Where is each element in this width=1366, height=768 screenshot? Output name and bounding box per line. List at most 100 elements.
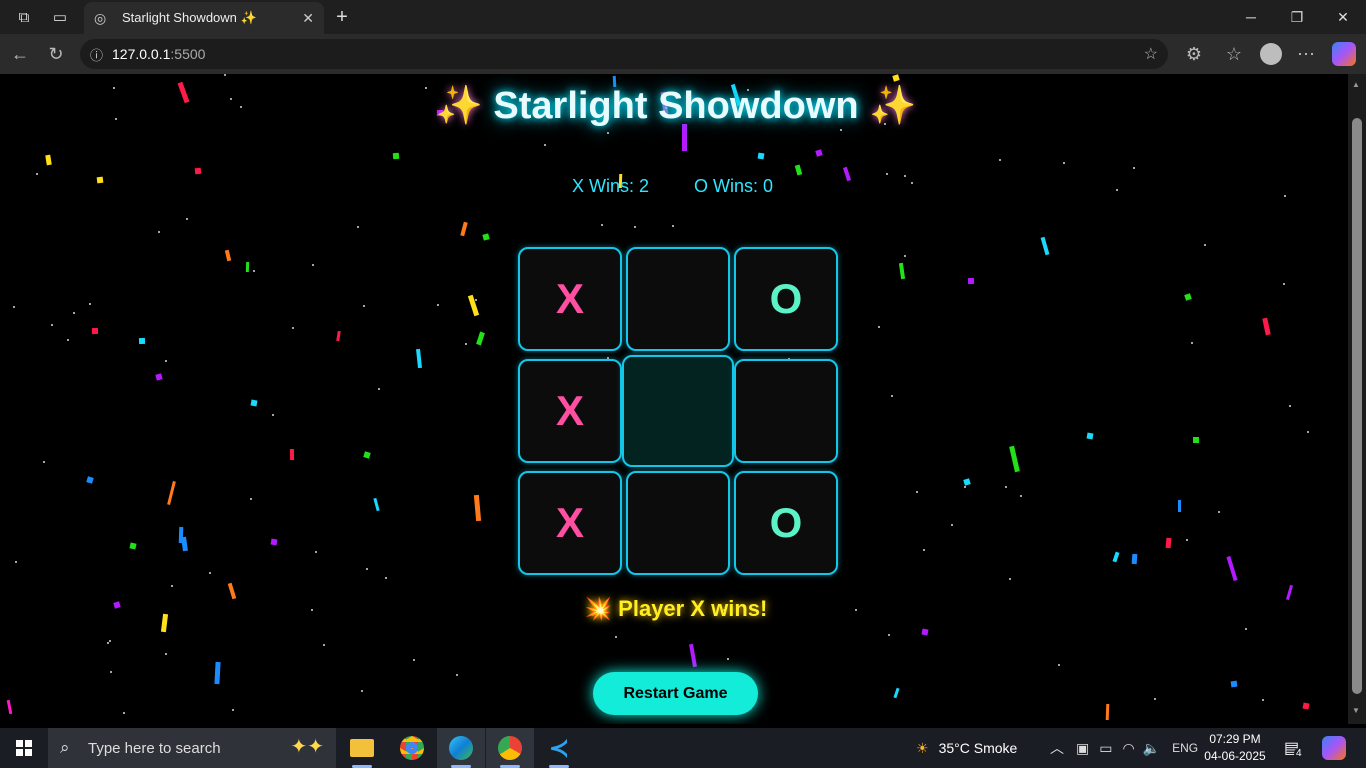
star-dot <box>1154 698 1156 700</box>
star-dot <box>110 671 112 673</box>
tab-starlight[interactable]: ◎ Starlight Showdown ✨ ✕ <box>84 2 324 34</box>
star-dot <box>67 339 69 341</box>
star-dot <box>1245 628 1247 630</box>
confetti-piece <box>1178 500 1181 512</box>
camera-icon[interactable]: ▣ <box>1076 740 1089 757</box>
edge-app[interactable] <box>437 728 485 768</box>
board-cell[interactable] <box>622 355 734 467</box>
address-bar[interactable]: ⓘ 127.0.0.1:5500 ☆ <box>80 39 1168 69</box>
wifi-icon[interactable]: ◠ <box>1122 740 1134 757</box>
star-dot <box>1218 511 1220 513</box>
favorites-icon[interactable]: ☆ <box>1220 40 1248 68</box>
search-placeholder: Type here to search <box>88 739 221 757</box>
scroll-up-icon[interactable]: ▲ <box>1352 80 1360 89</box>
confetti-piece <box>794 164 803 176</box>
start-button[interactable] <box>0 728 48 768</box>
confetti-piece <box>214 661 221 685</box>
url-host: 127.0.0.1 <box>112 46 171 62</box>
back-button[interactable]: ← <box>6 40 34 68</box>
clock[interactable]: 07:29 PM 04-06-2025 <box>1202 731 1268 765</box>
scrollbar-thumb[interactable] <box>1352 118 1362 694</box>
star-dot <box>964 486 966 488</box>
board-cell[interactable] <box>734 359 838 463</box>
confetti-piece <box>129 542 137 550</box>
star-dot <box>886 173 888 175</box>
star-dot <box>312 264 314 266</box>
confetti-piece <box>96 176 104 184</box>
star-dot <box>123 712 125 714</box>
board-cell[interactable]: X <box>518 247 622 351</box>
workspaces-icon[interactable]: ⧉ <box>6 0 42 34</box>
confetti-piece <box>460 221 468 237</box>
favorite-icon[interactable]: ☆ <box>1144 44 1158 64</box>
vscode-app[interactable]: ≺ <box>535 728 583 768</box>
site-info-icon[interactable]: ⓘ <box>90 45 112 64</box>
confetti-piece <box>373 497 380 512</box>
restart-button[interactable]: Restart Game <box>593 672 758 715</box>
restore-button[interactable]: ❐ <box>1274 0 1320 34</box>
confetti-piece <box>1262 317 1271 336</box>
star-dot <box>109 640 111 642</box>
confetti-piece <box>815 149 823 157</box>
confetti-piece <box>1131 553 1138 565</box>
confetti-piece <box>967 277 975 285</box>
volume-icon[interactable]: 🔈 <box>1143 740 1160 757</box>
confetti-piece <box>336 330 341 342</box>
profile-avatar[interactable] <box>1260 43 1282 65</box>
copilot-icon[interactable] <box>1332 42 1356 66</box>
star-dot <box>1133 167 1135 169</box>
star-dot <box>615 636 617 638</box>
scroll-down-icon[interactable]: ▼ <box>1352 706 1360 715</box>
star-dot <box>1058 664 1060 666</box>
star-dot <box>999 159 1001 161</box>
close-tab-icon[interactable]: ✕ <box>302 10 314 27</box>
close-window-button[interactable]: ✕ <box>1320 0 1366 34</box>
search-icon: ⌕ <box>60 738 70 757</box>
star-dot <box>158 231 160 233</box>
star-dot <box>171 585 173 587</box>
new-tab-button[interactable]: + <box>330 2 354 32</box>
confetti-piece <box>482 233 490 241</box>
battery-icon[interactable]: ▭ <box>1099 740 1112 757</box>
weather-widget[interactable]: ☀ 35°C Smoke <box>916 728 1017 768</box>
star-dot <box>43 461 45 463</box>
system-tray: ︿ ▣ ▭ ◠ 🔈 ENG <box>1050 728 1198 768</box>
chrome-app[interactable] <box>388 728 436 768</box>
chrome-app-2[interactable] <box>486 728 534 768</box>
refresh-button[interactable]: ↻ <box>42 40 70 68</box>
board-cell[interactable]: X <box>518 359 622 463</box>
star-dot <box>544 144 546 146</box>
game-board: X O X X O <box>518 247 838 575</box>
board-cell[interactable]: O <box>734 247 838 351</box>
board-cell[interactable] <box>626 471 730 575</box>
minimize-button[interactable]: ─ <box>1228 0 1274 34</box>
score-x: X Wins: 2 <box>572 176 650 196</box>
file-explorer-app[interactable] <box>338 728 386 768</box>
board-cell[interactable] <box>626 247 730 351</box>
copilot-taskbar-icon[interactable] <box>1322 736 1346 760</box>
more-menu-icon[interactable]: ⋯ <box>1292 40 1320 68</box>
confetti-piece <box>1302 702 1310 710</box>
confetti-piece <box>467 294 480 317</box>
taskbar-search[interactable]: ⌕ Type here to search ✦✦ <box>48 728 336 768</box>
star-dot <box>878 326 880 328</box>
page-viewport: ✨ Starlight Showdown ✨ X Wins: 2 O Wins:… <box>4 74 1348 724</box>
language-indicator[interactable]: ENG <box>1172 741 1198 755</box>
confetti-piece <box>392 152 400 160</box>
star-dot <box>465 343 467 345</box>
star-dot <box>1005 486 1007 488</box>
extensions-icon[interactable]: ⚙ <box>1180 40 1208 68</box>
board-cell[interactable]: X <box>518 471 622 575</box>
tab-actions-icon[interactable]: ▭ <box>42 0 78 34</box>
board-cell[interactable]: O <box>734 471 838 575</box>
confetti-piece <box>194 167 202 175</box>
page-scrollbar[interactable]: ▲ ▼ <box>1348 74 1366 724</box>
chevron-up-icon[interactable]: ︿ <box>1050 738 1064 758</box>
star-dot <box>1186 539 1188 541</box>
star-dot <box>1284 195 1286 197</box>
star-dot <box>224 74 226 76</box>
star-dot <box>1262 699 1264 701</box>
star-dot <box>186 218 188 220</box>
confetti-piece <box>1105 703 1110 721</box>
confetti-piece <box>1165 537 1172 549</box>
